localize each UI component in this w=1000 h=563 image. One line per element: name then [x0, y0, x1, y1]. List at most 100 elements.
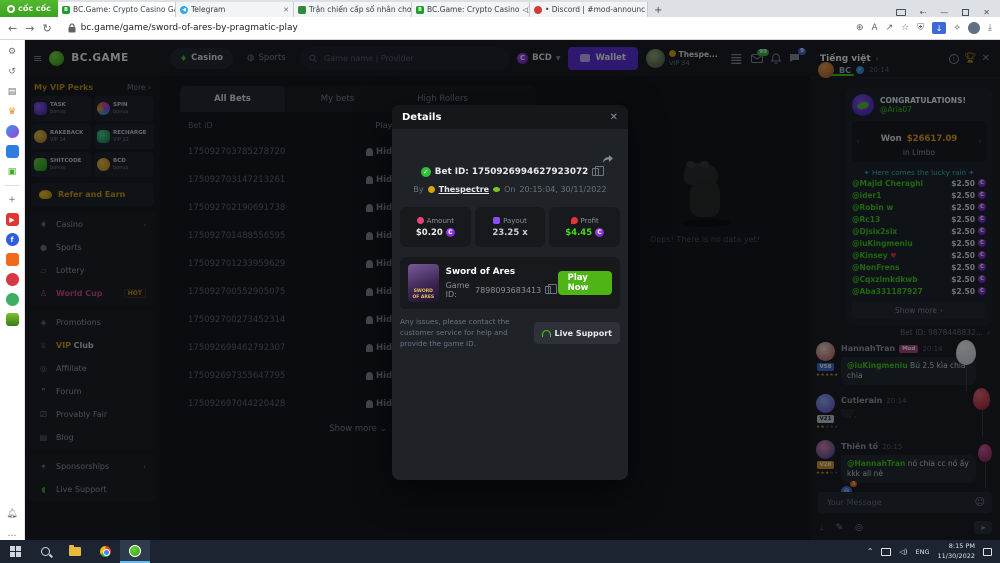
translate-icon[interactable]: A — [872, 23, 878, 33]
tab-bcgame-1[interactable]: B BC.Game: Crypto Casino Ga ✕ — [58, 2, 176, 17]
history-icon[interactable]: ↺ — [6, 65, 19, 78]
coccoc-brand-label: cốc cốc — [18, 4, 51, 13]
tab-audio-icon[interactable]: ◁) — [522, 6, 529, 14]
adblock-shield-icon[interactable]: ⛨ — [917, 23, 924, 33]
hidden-icons-chevron[interactable]: ⌃ — [867, 547, 874, 556]
facebook-icon[interactable]: f — [5, 233, 19, 246]
crown-icon[interactable]: ♛ — [6, 105, 19, 118]
file-explorer-icon[interactable] — [60, 540, 90, 563]
tab-bcgame-2[interactable]: B BC.Game: Crypto Casino ◁) ✕ — [412, 2, 530, 17]
action-center-icon[interactable] — [983, 547, 992, 556]
address-bar: ← → ↻ bc.game/game/sword-of-ares-by-prag… — [0, 17, 1000, 40]
speaker-icon[interactable]: ◁) — [899, 548, 907, 556]
notification-bell-icon[interactable]: 🔔︎ — [6, 507, 19, 520]
url-box[interactable]: bc.game/game/sword-of-ares-by-pragmatic-… — [60, 20, 848, 37]
tab-title: Telegram — [191, 5, 226, 14]
garden-game-icon[interactable] — [5, 313, 19, 326]
payout-icon — [493, 217, 501, 224]
new-tab-button[interactable]: + — [654, 5, 662, 16]
tab-title: BC.Game: Crypto Casino Ga — [73, 5, 176, 14]
stat-profit: Profit $4.45 C — [549, 207, 621, 247]
play-now-button[interactable]: Play Now — [557, 271, 612, 295]
network-icon[interactable] — [881, 547, 892, 556]
maximize-button[interactable] — [962, 9, 970, 16]
coccoc-brand[interactable]: cốc cốc — [0, 0, 58, 17]
share-icon[interactable] — [602, 149, 614, 168]
bet-stats: Amount $0.20 C Payout 23.25 x Profit $4.4… — [400, 207, 621, 247]
amount-icon — [416, 217, 424, 224]
support-note: Any issues, please contact the customer … — [400, 317, 510, 348]
game-thumbnail[interactable]: SWORD OF ARES — [408, 264, 439, 302]
taskbar-clock[interactable]: 8:15 PM 11/30/2022 — [938, 542, 975, 562]
discord-favicon — [534, 5, 542, 14]
profit-icon — [570, 217, 578, 224]
coccoc-sidebar: ⚙ ↺ ▤ ♛ ▣ + ▶ f 🔔︎ … — [0, 40, 25, 540]
minimize-button[interactable]: — — [940, 8, 948, 17]
profile-avatar-icon[interactable] — [968, 22, 981, 34]
close-modal-icon[interactable]: ✕ — [610, 112, 618, 123]
settings-gear-icon[interactable]: ⚙ — [6, 45, 19, 58]
frog-emoji-icon — [493, 187, 501, 192]
close-window-button[interactable]: ✕ — [983, 8, 990, 17]
forward-icon[interactable]: → — [25, 23, 34, 34]
game-title: Sword of Ares — [445, 267, 516, 277]
url-text: bc.game/game/sword-of-ares-by-pragmatic-… — [80, 23, 298, 33]
clock-time: 8:15 PM — [948, 541, 975, 550]
favicon — [298, 5, 306, 14]
cast-icon[interactable] — [895, 9, 906, 16]
lock-icon — [68, 23, 76, 33]
app-icon-red[interactable] — [5, 273, 19, 286]
bet-details-modal: Details ✕ ✓ Bet ID: 1750926994627923072 … — [392, 105, 628, 480]
modal-title: Details — [402, 111, 442, 123]
stat-payout: Payout 23.25 x — [474, 207, 546, 247]
copy-bet-id-icon[interactable] — [592, 166, 605, 176]
extension-icon[interactable]: ⟡ — [954, 23, 960, 33]
bet-id-value: 1750926994627923072 — [471, 167, 589, 177]
coccoc-taskbar-icon[interactable] — [120, 540, 150, 563]
coccoc-logo-icon — [7, 4, 16, 13]
taskbar-search-icon[interactable] — [30, 540, 60, 563]
shopee-icon[interactable] — [5, 253, 19, 266]
keyboard-language[interactable]: ENG — [916, 548, 930, 556]
bet-datetime: 20:15:04, 30/11/2022 — [519, 185, 607, 194]
bookmark-star-icon[interactable]: ☆ — [901, 23, 909, 33]
tab-title: BC.Game: Crypto Casino — [427, 5, 520, 14]
gamepad-icon[interactable]: ▣ — [6, 165, 19, 178]
download-button[interactable]: ↓ — [932, 22, 947, 34]
coin-icon: C — [445, 228, 455, 237]
tab-discord[interactable]: • Discord | #mod-announc ✕ — [530, 2, 648, 17]
bet-author-line: By Thespectre On 20:15:04, 30/11/2022 — [413, 185, 607, 194]
messenger-icon[interactable] — [5, 125, 19, 138]
live-support-button[interactable]: Live Support — [533, 322, 620, 345]
telegram-favicon: ◀ — [180, 5, 188, 14]
downloads-tray-icon[interactable]: ⤓ — [988, 23, 992, 33]
app-icon-green[interactable] — [5, 293, 19, 306]
back-icon[interactable]: ← — [8, 23, 17, 34]
add-shortcut-icon[interactable]: + — [6, 193, 19, 206]
chrome-icon[interactable] — [90, 540, 120, 563]
zalo-icon[interactable] — [5, 145, 19, 158]
start-button[interactable] — [0, 540, 30, 563]
divider — [5, 185, 19, 186]
youtube-icon[interactable]: ▶ — [5, 213, 19, 226]
headset-icon — [541, 329, 551, 337]
bcgame-page: ≡ BC.GAME My VIP Perks More › TASKbonus … — [25, 40, 1000, 540]
windows-taskbar: ⌃ ◁) ENG 8:15 PM 11/30/2022 — [0, 540, 1000, 563]
screen: cốc cốc B BC.Game: Crypto Casino Ga ✕ ◀ … — [0, 0, 1000, 563]
tab-tran-chien[interactable]: Trận chiến cấp số nhân chơi ✕ — [294, 2, 412, 17]
tab-title: • Discord | #mod-announc — [545, 5, 646, 14]
save-page-icon[interactable]: ⊕ — [856, 23, 864, 33]
verified-check-icon: ✓ — [420, 167, 431, 177]
reload-icon[interactable]: ↻ — [42, 23, 51, 34]
game-card: SWORD OF ARES Sword of Ares Game ID: 789… — [400, 257, 620, 309]
share-icon[interactable]: ↗ — [886, 23, 894, 33]
more-options-icon[interactable]: … — [6, 527, 19, 540]
close-tab-icon[interactable]: ✕ — [283, 6, 289, 14]
reading-list-icon[interactable]: ▤ — [6, 85, 19, 98]
player-name-link[interactable]: Thespectre — [439, 185, 489, 194]
copy-game-id-icon[interactable] — [545, 284, 559, 294]
tab-search-icon[interactable]: ⇠ — [920, 8, 927, 17]
bcgame-favicon: B — [416, 5, 424, 14]
coin-icon: C — [595, 228, 605, 237]
tab-telegram[interactable]: ◀ Telegram ✕ — [176, 2, 294, 17]
